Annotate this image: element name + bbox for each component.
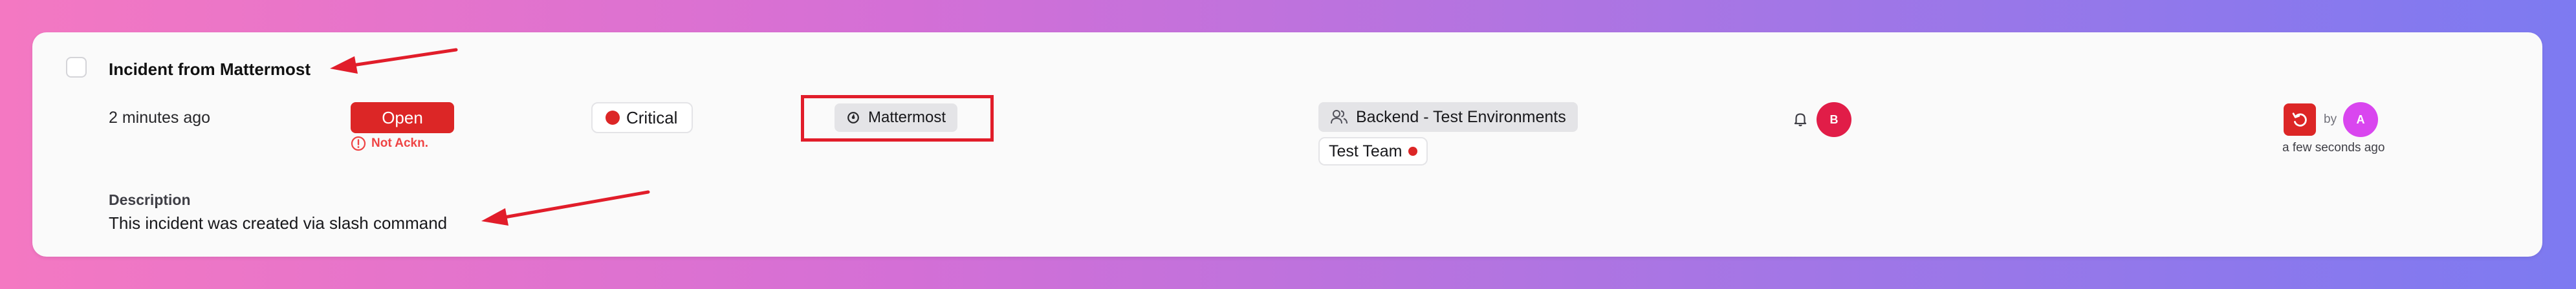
annotation-arrow-title (330, 48, 458, 74)
annotation-arrows (330, 48, 650, 226)
annotation-arrow-description (481, 190, 650, 226)
